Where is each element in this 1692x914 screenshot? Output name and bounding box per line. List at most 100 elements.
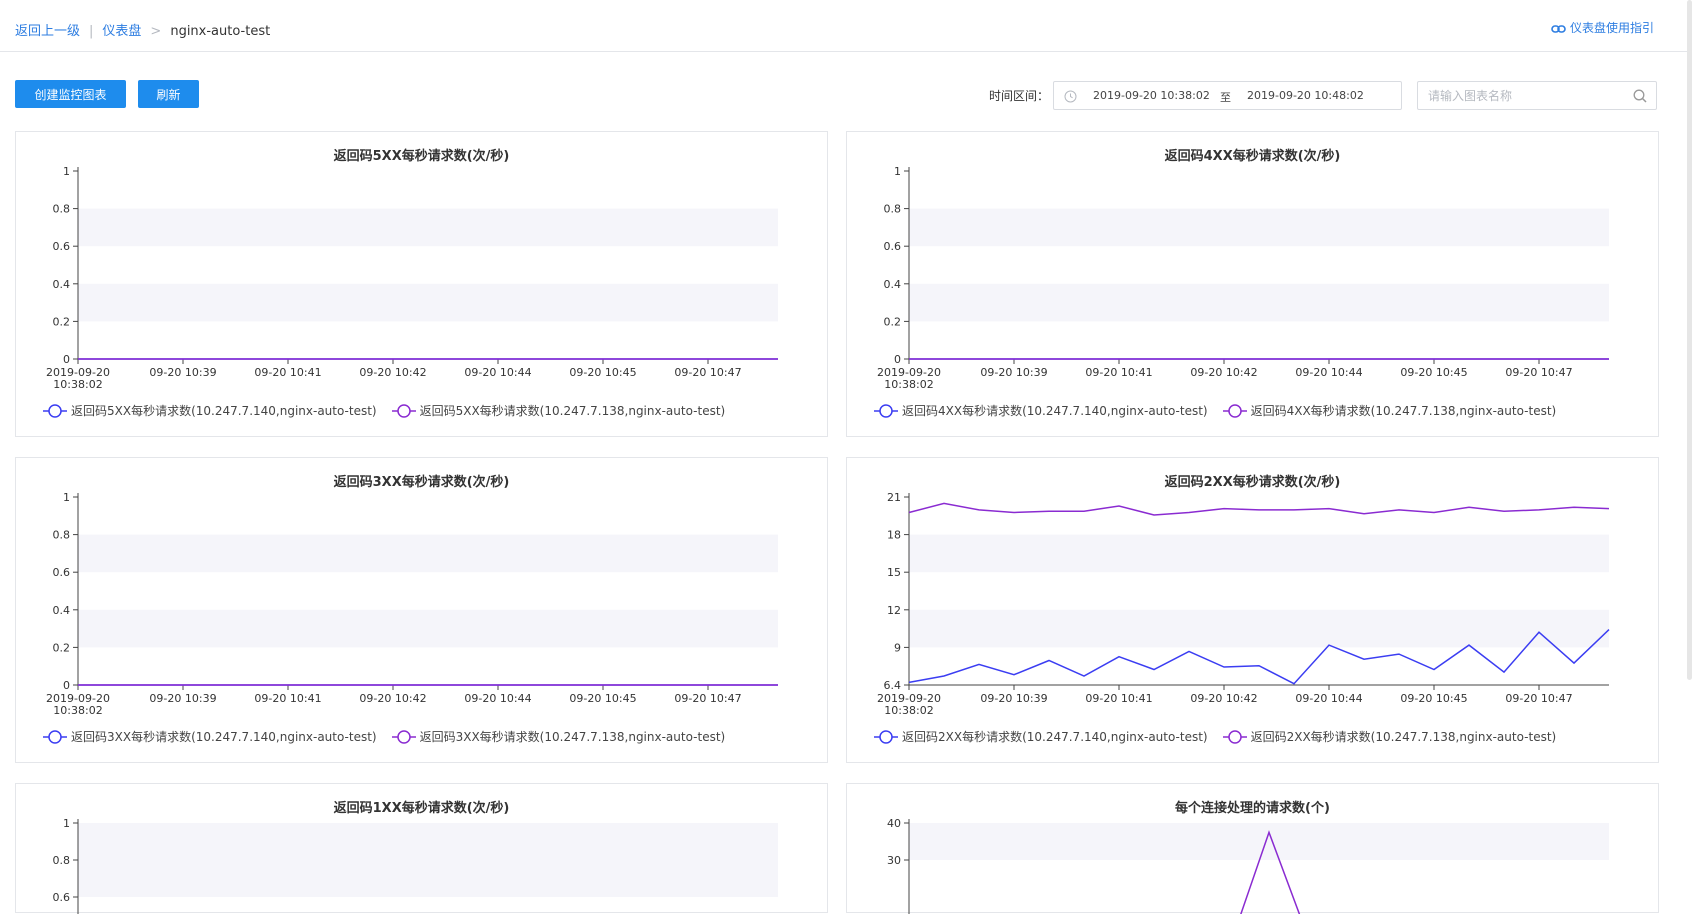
search-icon[interactable] [1633,89,1647,103]
page-scrollbar[interactable] [1687,0,1692,680]
x-tick-label-line: 09-20 10:39 [980,366,1047,379]
chart-svg: 0.6 0.8 1 [53,817,778,914]
chart-search-input[interactable] [1428,87,1618,104]
dashboard-guide-link[interactable]: 仪表盘使用指引 [1551,19,1654,36]
x-tick-label-line: 09-20 10:44 [464,692,531,705]
x-tick-label-line: 10:38:02 [53,378,102,391]
x-tick-label: 09-20 10:45 [1400,366,1467,379]
x-tick-label: 2019-09-20 10:38:02 [877,366,941,391]
y-tick-label: 0.6 [884,240,902,253]
legend-label: 返回码5XX每秒请求数(10.247.7.140,nginx-auto-test… [71,404,377,418]
y-tick-label: 9 [894,641,901,654]
chart-panel: 返回码5XX每秒请求数(次/秒) 0 0.2 0.4 0.6 0.8 1 2019-09-2… [15,131,828,437]
time-range-to-label: 至 [1220,91,1231,104]
legend-label: 返回码3XX每秒请求数(10.247.7.138,nginx-auto-test… [419,730,726,744]
y-tick-label: 0.6 [53,566,71,579]
chart-legend: 返回码5XX每秒请求数(10.247.7.140,nginx-auto-test… [42,402,739,419]
x-tick-label-line: 10:38:02 [884,378,933,391]
time-range-end[interactable]: 2019-09-20 10:48:02 [1247,89,1364,102]
x-tick-label: 09-20 10:45 [1400,692,1467,705]
grid-band [78,860,778,897]
chart-svg: 0 0.2 0.4 0.6 0.8 1 2019-09-20 10:38:02 09-20 10… [46,165,778,391]
legend-marker-icon [43,730,67,744]
legend-marker-icon [874,730,898,744]
x-tick-label: 09-20 10:39 [980,366,1047,379]
breadcrumb-dashboard-link[interactable]: 仪表盘 [102,24,141,39]
legend-item[interactable]: 返回码3XX每秒请求数(10.247.7.140,nginx-auto-test… [42,728,377,745]
x-tick-label: 09-20 10:39 [149,366,216,379]
y-tick-label: 0.2 [884,315,902,328]
x-tick-label-line: 09-20 10:42 [1190,692,1257,705]
x-tick-label: 09-20 10:44 [1295,366,1362,379]
grid-band [909,534,1609,573]
y-tick-label: 1 [894,165,901,178]
x-tick-label-line: 09-20 10:39 [980,692,1047,705]
legend-label: 返回码3XX每秒请求数(10.247.7.140,nginx-auto-test… [71,730,377,744]
legend-label: 返回码2XX每秒请求数(10.247.7.140,nginx-auto-test… [902,730,1208,744]
x-tick-label: 09-20 10:39 [980,692,1047,705]
x-tick-label: 09-20 10:47 [674,692,741,705]
chart-panel: 返回码1XX每秒请求数(次/秒) 0.6 0.8 1 [15,783,828,914]
x-tick-label: 09-20 10:44 [1295,692,1362,705]
y-tick-label: 30 [887,854,901,867]
x-tick-label: 09-20 10:41 [254,692,321,705]
x-tick-label: 09-20 10:41 [1085,366,1152,379]
x-tick-label: 09-20 10:42 [1190,366,1257,379]
time-range-start[interactable]: 2019-09-20 10:38:02 [1093,89,1210,102]
y-tick-label: 0.4 [53,278,71,291]
refresh-button[interactable]: 刷新 [138,80,199,108]
y-tick-label: 1 [63,491,70,504]
x-tick-label-line: 10:38:02 [53,704,102,717]
x-tick-label: 2019-09-20 10:38:02 [46,692,110,717]
x-tick-label-line: 09-20 10:41 [1085,366,1152,379]
y-tick-label: 0.4 [884,278,902,291]
create-chart-button[interactable]: 创建监控图表 [15,80,126,108]
chart-legend: 返回码2XX每秒请求数(10.247.7.140,nginx-auto-test… [873,728,1570,745]
legend-marker-icon [391,730,416,744]
y-tick-label: 0.2 [53,315,71,328]
chart-svg: 0 0.2 0.4 0.6 0.8 1 2019-09-20 10:38:02 09-20 10… [877,165,1609,391]
y-tick-label: 40 [887,817,901,830]
legend-item[interactable]: 返回码3XX每秒请求数(10.247.7.138,nginx-auto-test… [391,728,726,745]
x-tick-label-line: 10:38:02 [884,704,933,717]
time-range-picker[interactable]: 2019-09-20 10:38:02 至 2019-09-20 10:48:0… [1053,81,1402,110]
legend-marker-icon [1222,730,1247,744]
x-tick-label: 2019-09-20 10:38:02 [46,366,110,391]
legend-label: 返回码4XX每秒请求数(10.247.7.138,nginx-auto-test… [1250,404,1557,418]
x-tick-label: 09-20 10:42 [1190,692,1257,705]
breadcrumb-back-link[interactable]: 返回上一级 [15,24,80,39]
legend-item[interactable]: 返回码4XX每秒请求数(10.247.7.138,nginx-auto-test… [1222,402,1557,419]
x-tick-label-line: 09-20 10:47 [674,692,741,705]
x-tick-label: 09-20 10:47 [1505,366,1572,379]
x-tick-label: 09-20 10:42 [359,366,426,379]
legend-item[interactable]: 返回码2XX每秒请求数(10.247.7.140,nginx-auto-test… [873,728,1208,745]
legend-label: 返回码4XX每秒请求数(10.247.7.140,nginx-auto-test… [902,404,1208,418]
y-tick-label: 0.2 [53,641,71,654]
chart-search-box [1417,81,1657,110]
grid-band [78,283,778,322]
y-tick-label: 0.8 [53,529,71,542]
x-tick-label-line: 09-20 10:39 [149,366,216,379]
grid-band [78,823,778,860]
x-tick-label: 09-20 10:41 [254,366,321,379]
x-tick-label: 09-20 10:42 [359,692,426,705]
y-tick-label: 18 [887,529,901,542]
x-tick-label: 2019-09-20 10:38:02 [877,692,941,717]
y-tick-label: 1 [63,165,70,178]
x-tick-label: 09-20 10:44 [464,366,531,379]
x-tick-label-line: 09-20 10:45 [1400,692,1467,705]
x-tick-label-line: 09-20 10:41 [254,366,321,379]
legend-item[interactable]: 返回码5XX每秒请求数(10.247.7.138,nginx-auto-test… [391,402,725,419]
chart-svg: 30 40 [887,817,1609,914]
legend-item[interactable]: 返回码2XX每秒请求数(10.247.7.138,nginx-auto-test… [1222,728,1556,745]
breadcrumb-separator: | [89,24,94,39]
x-tick-label-line: 09-20 10:44 [464,366,531,379]
legend-marker-icon [1222,404,1247,418]
x-tick-label-line: 09-20 10:42 [359,366,426,379]
x-tick-label-line: 09-20 10:45 [1400,366,1467,379]
x-tick-label: 09-20 10:47 [1505,692,1572,705]
legend-item[interactable]: 返回码4XX每秒请求数(10.247.7.140,nginx-auto-test… [873,402,1208,419]
legend-item[interactable]: 返回码5XX每秒请求数(10.247.7.140,nginx-auto-test… [42,402,377,419]
x-tick-label-line: 09-20 10:42 [359,692,426,705]
grid-band [78,208,778,247]
